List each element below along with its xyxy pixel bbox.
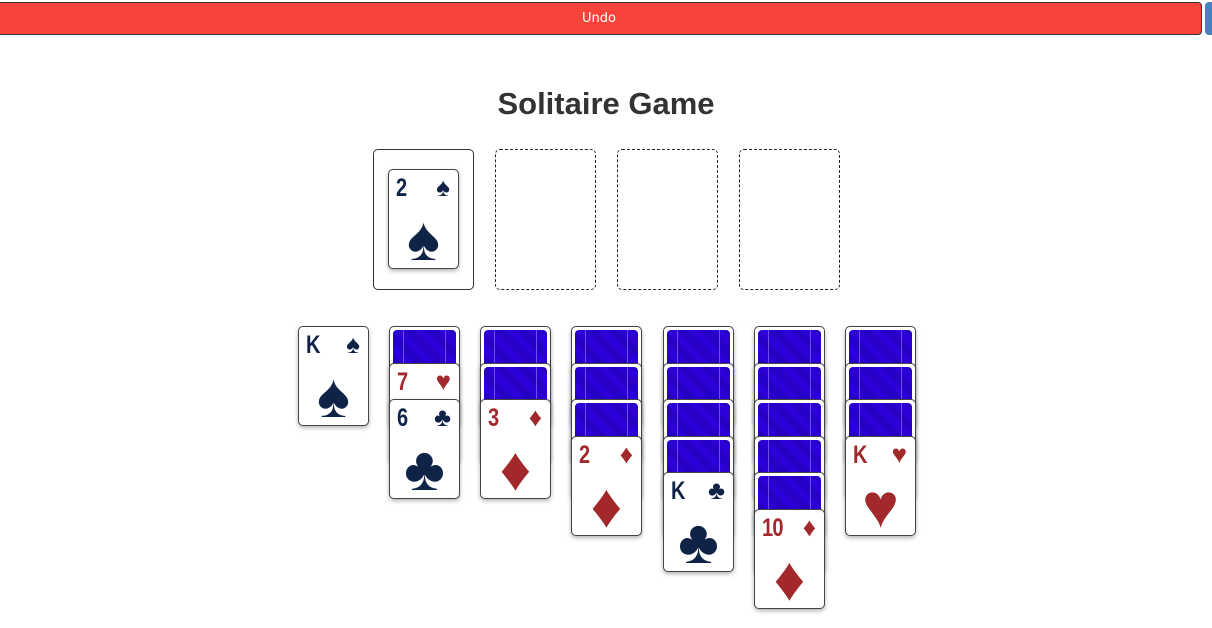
card-rank: 6 bbox=[397, 404, 408, 432]
card-rank: 7 bbox=[397, 367, 408, 396]
spades-suit-icon: ♠ bbox=[346, 329, 360, 359]
foundation-slot-1[interactable] bbox=[495, 149, 596, 290]
card-rank: 2 bbox=[579, 440, 590, 469]
diamonds-suit-icon: ♦ bbox=[590, 471, 623, 541]
card-rank: K bbox=[306, 331, 320, 359]
hearts-suit-icon: ♥ bbox=[862, 471, 899, 541]
hearts-suit-icon: ♥ bbox=[435, 365, 451, 396]
card-rank: K bbox=[853, 440, 867, 469]
spades-suit-icon: ♠ bbox=[407, 205, 440, 274]
clubs-suit-icon: ♣ bbox=[678, 508, 719, 577]
foundation-slot-2[interactable] bbox=[617, 149, 718, 290]
diamonds-suit-icon: ♦ bbox=[499, 435, 532, 504]
clubs-suit-icon: ♣ bbox=[433, 402, 451, 432]
spades-suit-icon: ♠ bbox=[436, 172, 450, 202]
foundation-slot-3[interactable] bbox=[739, 149, 840, 290]
diamonds-suit-icon: ♦ bbox=[773, 544, 806, 614]
diamonds-suit-icon: ♦ bbox=[528, 402, 542, 432]
side-button-edge[interactable] bbox=[1205, 2, 1212, 35]
card-rank: 2 bbox=[396, 174, 407, 202]
tableau-card[interactable]: 6 ♣ ♣ bbox=[389, 399, 460, 504]
stock-top-card[interactable]: 2 ♠ ♠ bbox=[388, 169, 459, 274]
undo-button[interactable]: Undo bbox=[0, 2, 1202, 35]
hearts-suit-icon: ♥ bbox=[891, 438, 907, 469]
card-rank: K bbox=[671, 477, 685, 505]
tableau-card[interactable]: 2 ♦ ♦ bbox=[571, 435, 642, 541]
page-title: Solitaire Game bbox=[497, 86, 715, 121]
tableau-card[interactable]: K ♠ ♠ bbox=[298, 326, 369, 431]
spades-suit-icon: ♠ bbox=[317, 362, 350, 431]
tableau-card[interactable]: K ♣ ♣ bbox=[663, 472, 734, 577]
tableau-card[interactable]: 10 ♦ ♦ bbox=[754, 508, 825, 614]
diamonds-suit-icon: ♦ bbox=[619, 438, 633, 469]
clubs-suit-icon: ♣ bbox=[707, 475, 725, 505]
card-rank: 10 bbox=[762, 513, 783, 542]
tableau-card[interactable]: K ♥ ♥ bbox=[845, 435, 916, 541]
clubs-suit-icon: ♣ bbox=[404, 435, 445, 504]
diamonds-suit-icon: ♦ bbox=[802, 511, 816, 542]
card-rank: 3 bbox=[488, 404, 499, 432]
tableau-card[interactable]: 3 ♦ ♦ bbox=[480, 399, 551, 504]
